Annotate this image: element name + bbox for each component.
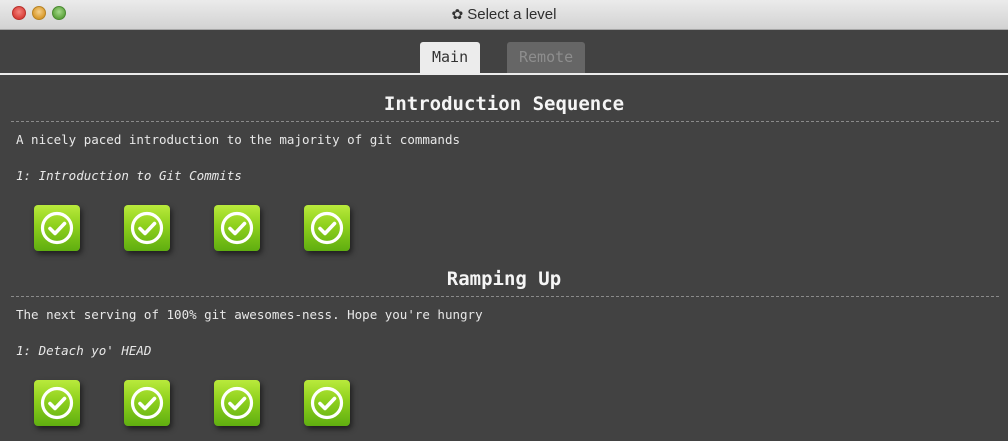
check-circle-icon bbox=[310, 386, 344, 420]
level-select-window: ✿ Select a level Main Remote Introduction… bbox=[0, 0, 1008, 441]
level-1-button[interactable] bbox=[34, 380, 80, 426]
level-2-button[interactable] bbox=[124, 380, 170, 426]
tab-main[interactable]: Main bbox=[420, 42, 481, 73]
tab-remote[interactable]: Remote bbox=[507, 42, 586, 73]
check-circle-icon bbox=[130, 211, 164, 245]
current-level-name: 1: Introduction to Git Commits bbox=[16, 168, 242, 183]
section-title-ramping-up: Ramping Up bbox=[446, 268, 562, 290]
check-circle-icon bbox=[40, 211, 74, 245]
section-title-introduction-sequence: Introduction Sequence bbox=[383, 93, 625, 115]
window-title: ✿ Select a level bbox=[0, 0, 1008, 29]
level-3-button[interactable] bbox=[214, 380, 260, 426]
tab-bar: Main Remote bbox=[0, 30, 1008, 75]
check-circle-icon bbox=[40, 386, 74, 420]
check-circle-icon bbox=[130, 386, 164, 420]
level-1-button[interactable] bbox=[34, 205, 80, 251]
check-circle-icon bbox=[310, 211, 344, 245]
check-circle-icon bbox=[220, 386, 254, 420]
window-title-text: Select a level bbox=[467, 6, 557, 23]
section-description: A nicely paced introduction to the major… bbox=[16, 132, 461, 147]
section-description: The next serving of 100% git awesomes-ne… bbox=[16, 307, 483, 322]
level-4-button[interactable] bbox=[304, 380, 350, 426]
section-divider bbox=[11, 296, 999, 297]
gear-icon: ✿ bbox=[451, 6, 464, 22]
section-divider bbox=[11, 121, 999, 122]
current-level-name: 1: Detach yo' HEAD bbox=[16, 343, 152, 358]
level-2-button[interactable] bbox=[124, 205, 170, 251]
title-bar: ✿ Select a level bbox=[0, 0, 1008, 30]
level-4-button[interactable] bbox=[304, 205, 350, 251]
level-3-button[interactable] bbox=[214, 205, 260, 251]
check-circle-icon bbox=[220, 211, 254, 245]
